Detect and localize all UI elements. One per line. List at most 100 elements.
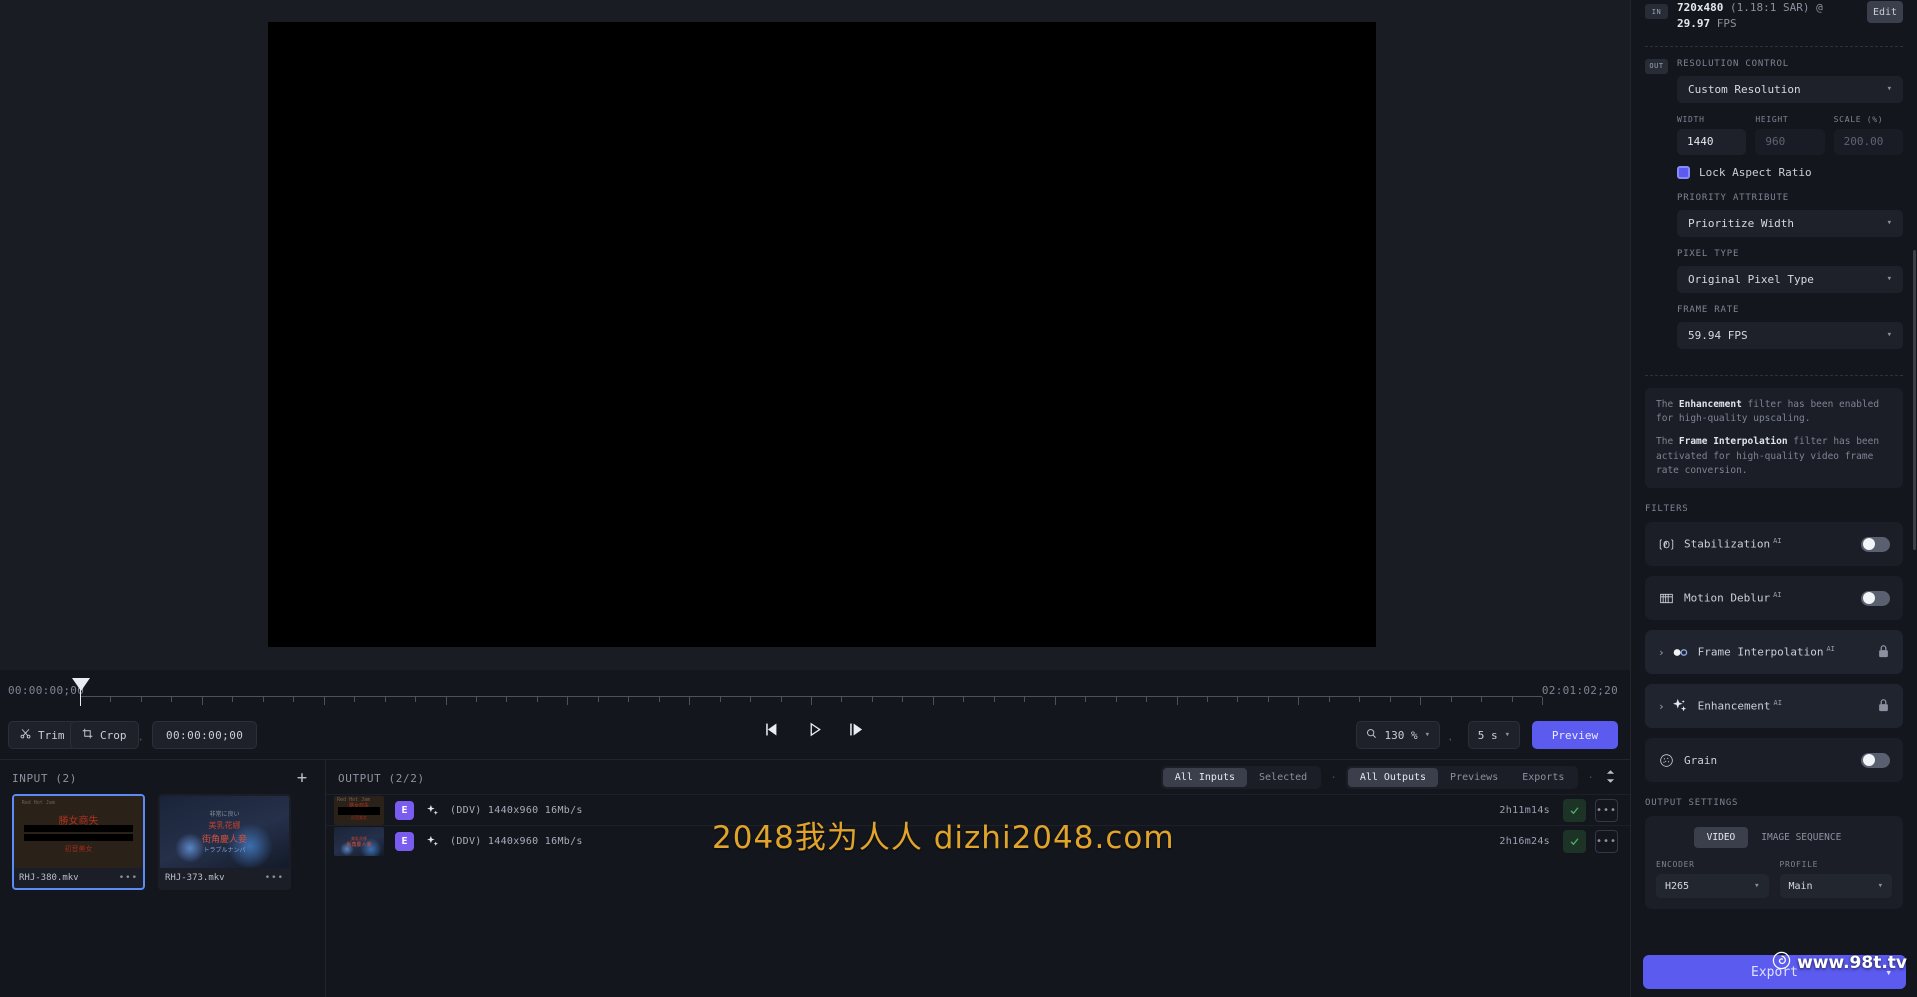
ruler-tick	[750, 697, 752, 702]
profile-select[interactable]: Main ▾	[1779, 874, 1892, 899]
add-input-button[interactable]: +	[291, 767, 313, 789]
tab-image-sequence[interactable]: IMAGE SEQUENCE	[1748, 827, 1854, 848]
input-info-row: IN 720x480 (1.18:1 SAR) @ 29.97 FPS Edit	[1645, 0, 1903, 32]
trim-button[interactable]: Trim	[8, 721, 77, 749]
priority-attribute-select[interactable]: Prioritize Width ▾	[1677, 209, 1903, 237]
filter-label: Grain	[1684, 753, 1718, 767]
ruler-tick	[475, 697, 477, 702]
output-row-meta: (DDV) 1440x960 16Mb/s	[450, 835, 583, 847]
chevron-down-icon[interactable]: ▾	[1885, 966, 1892, 979]
playhead-handle[interactable]	[72, 678, 90, 691]
output-settings-label: OUTPUT SETTINGS	[1645, 798, 1739, 809]
app-root: 00:00:00;00 02:01:02;20 Trim Crop · 00:0…	[0, 0, 1917, 997]
grain-toggle[interactable]	[1861, 752, 1890, 768]
input-thumbnail-item[interactable]: 非常に良い 美乳花娜 街角慶人妾 トラブルナンパ RHJ-373.mkv •••	[158, 794, 291, 890]
check-icon[interactable]	[1563, 798, 1586, 822]
preview-button[interactable]: Preview	[1532, 721, 1618, 749]
sort-icon[interactable]	[1603, 769, 1618, 786]
ruler-tick	[658, 697, 660, 702]
ruler-tick	[780, 697, 782, 702]
step-forward-icon[interactable]	[849, 722, 866, 737]
ruler-tick	[140, 697, 142, 702]
ruler-tick	[567, 697, 569, 705]
stabilization-toggle[interactable]	[1861, 536, 1890, 552]
export-button[interactable]: Export ▾	[1643, 955, 1906, 989]
video-canvas[interactable]	[268, 22, 1376, 647]
sidebar-divider-2	[1645, 374, 1903, 376]
play-icon[interactable]	[808, 722, 823, 737]
filter-frame-interpolation[interactable]: › Frame Interpolation AI	[1645, 630, 1903, 675]
height-input[interactable]: 960	[1755, 128, 1825, 155]
output-row-more-button[interactable]: •••	[1595, 829, 1618, 853]
output-row-more-button[interactable]: •••	[1595, 798, 1618, 822]
crop-icon	[82, 728, 93, 742]
timeline-ruler[interactable]	[80, 696, 1543, 706]
filter-label: Motion Deblur	[1684, 591, 1771, 605]
notice-strong: Enhancement	[1678, 398, 1742, 410]
output-pane-header: OUTPUT (2/2) All Inputs Selected · All O…	[326, 760, 1630, 794]
ruler-tick	[1481, 697, 1483, 702]
motion-deblur-toggle[interactable]	[1861, 590, 1890, 606]
step-backward-icon[interactable]	[765, 722, 782, 737]
frame-rate-select[interactable]: 59.94 FPS ▾	[1677, 321, 1903, 349]
zoom-level-control[interactable]: 130 % ▾	[1356, 721, 1440, 749]
chevron-right-icon[interactable]: ›	[1658, 700, 1665, 713]
timeline[interactable]: 00:00:00;00 02:01:02;20	[0, 670, 1630, 712]
sidebar-scroll-area[interactable]: IN 720x480 (1.18:1 SAR) @ 29.97 FPS Edit…	[1631, 0, 1917, 997]
input-thumbnail-list: Red Hot Jam 勝女商失 初音美女 RHJ-380.mkv ••• 非常…	[12, 794, 291, 890]
filter-stabilization[interactable]: Stabilization AI	[1645, 522, 1903, 567]
filter-motion-deblur[interactable]: Motion Deblur AI	[1645, 576, 1903, 621]
input-more-button[interactable]: •••	[265, 873, 284, 883]
output-pane: OUTPUT (2/2) All Inputs Selected · All O…	[326, 760, 1630, 997]
lock-aspect-ratio-checkbox[interactable]	[1677, 165, 1690, 179]
ruler-tick	[1511, 697, 1513, 702]
encoder-value: H265	[1665, 880, 1690, 892]
encoder-select[interactable]: H265 ▾	[1656, 874, 1769, 899]
filter-exports[interactable]: Exports	[1510, 768, 1576, 787]
priority-attribute-value: Prioritize Width	[1688, 216, 1794, 230]
ruler-tick	[1237, 697, 1239, 702]
filter-all-inputs[interactable]: All Inputs	[1162, 768, 1248, 787]
filter-selected[interactable]: Selected	[1247, 768, 1319, 787]
chevron-right-icon[interactable]: ›	[1658, 646, 1665, 659]
ai-badge: AI	[1773, 699, 1782, 708]
filter-grain[interactable]: Grain	[1645, 738, 1903, 783]
sparkle-icon	[426, 804, 439, 817]
input-at-symbol: @	[1816, 1, 1823, 14]
playback-controls	[765, 722, 866, 737]
input-thumbnail-item[interactable]: Red Hot Jam 勝女商失 初音美女 RHJ-380.mkv •••	[12, 794, 145, 890]
current-timecode-field[interactable]: 00:00:00;00	[152, 721, 258, 749]
resolution-control-select[interactable]: Custom Resolution ▾	[1677, 75, 1903, 103]
interval-control[interactable]: 5 s ▾	[1467, 721, 1520, 749]
width-label: WIDTH	[1677, 114, 1705, 124]
output-row-duration: 2h11m14s	[1499, 804, 1550, 816]
ruler-tick	[536, 697, 538, 702]
lock-icon[interactable]	[1877, 697, 1890, 716]
filter-all-outputs[interactable]: All Outputs	[1347, 768, 1439, 787]
sidebar-scrollbar[interactable]	[1913, 250, 1916, 550]
ruler-tick	[1176, 697, 1178, 705]
output-row-thumbnail: Red Hot Jam 勝女商失 初音美女	[334, 795, 384, 825]
crop-button[interactable]: Crop	[70, 721, 139, 749]
output-settings-card: VIDEO IMAGE SEQUENCE ENCODER H265 ▾ PROF…	[1645, 816, 1903, 910]
output-row[interactable]: Red Hot Jam 勝女商失 初音美女 E (DDV) 1440x960 1…	[326, 794, 1630, 825]
encoder-label: ENCODER	[1656, 860, 1695, 870]
timeline-end-timecode: 02:01:02;20	[1541, 684, 1618, 697]
ruler-tick	[354, 697, 356, 702]
width-input[interactable]: 1440	[1677, 128, 1747, 155]
ruler-tick	[293, 697, 295, 702]
output-row[interactable]: 美乳花娜 街角慶人妾 E (DDV) 1440x960 16Mb/s 2h16m…	[326, 825, 1630, 856]
frame-rate-label: FRAME RATE	[1677, 304, 1740, 315]
pixel-type-select[interactable]: Original Pixel Type ▾	[1677, 265, 1903, 293]
lock-aspect-ratio-row[interactable]: Lock Aspect Ratio	[1677, 165, 1903, 179]
filter-previews[interactable]: Previews	[1438, 768, 1510, 787]
zoom-level-value: 130 %	[1384, 728, 1418, 742]
filter-enhancement[interactable]: › Enhancement AI	[1645, 684, 1903, 729]
input-more-button[interactable]: •••	[119, 873, 138, 883]
check-icon[interactable]	[1563, 829, 1586, 853]
scale-input[interactable]: 200.00	[1833, 128, 1903, 155]
edit-button[interactable]: Edit	[1867, 1, 1903, 23]
lock-icon[interactable]	[1877, 643, 1890, 662]
tab-video[interactable]: VIDEO	[1693, 827, 1749, 849]
chevron-down-icon: ▾	[1754, 881, 1760, 892]
